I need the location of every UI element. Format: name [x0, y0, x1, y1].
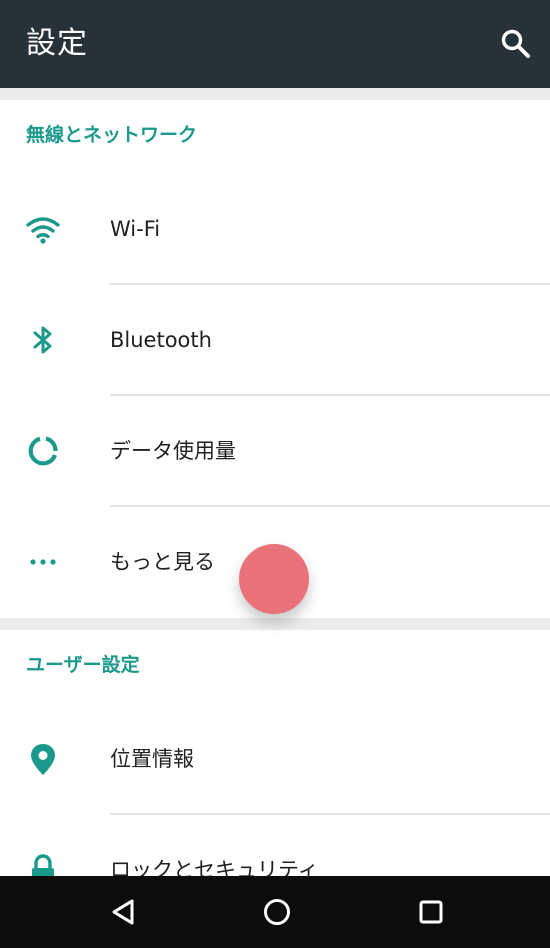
section-header-user: ユーザー設定: [26, 654, 140, 676]
data-usage-icon: [28, 436, 58, 466]
settings-item-label: Bluetooth: [110, 328, 212, 352]
bluetooth-icon: [33, 326, 52, 354]
settings-item-data-usage[interactable]: データ使用量: [0, 396, 550, 506]
user-settings-section: ユーザー設定 位置情報 ロックとセキュリティ: [0, 630, 550, 885]
more-dots-icon: [30, 559, 56, 565]
page-title: 設定: [26, 26, 88, 61]
navigation-bar: [0, 876, 550, 948]
back-triangle-icon[interactable]: [105, 894, 141, 930]
settings-item-label: もっと見る: [110, 550, 215, 574]
settings-item-bluetooth[interactable]: Bluetooth: [0, 285, 550, 395]
touch-indicator: [239, 544, 309, 614]
app-bar: 設定: [0, 0, 550, 88]
wireless-networks-section: 無線とネットワーク Wi-Fi Bluetooth データ使用量 もっと見る: [0, 100, 550, 618]
section-header-wireless: 無線とネットワーク: [26, 124, 198, 146]
settings-item-wifi[interactable]: Wi-Fi: [0, 174, 550, 284]
settings-item-label: 位置情報: [110, 747, 194, 771]
recents-square-icon[interactable]: [413, 894, 449, 930]
settings-item-label: Wi-Fi: [110, 217, 161, 241]
location-pin-icon: [31, 744, 55, 775]
wifi-icon: [26, 217, 60, 244]
settings-item-location[interactable]: 位置情報: [0, 704, 550, 814]
search-icon[interactable]: [498, 26, 534, 62]
home-circle-icon[interactable]: [259, 894, 295, 930]
settings-item-label: データ使用量: [110, 439, 236, 463]
